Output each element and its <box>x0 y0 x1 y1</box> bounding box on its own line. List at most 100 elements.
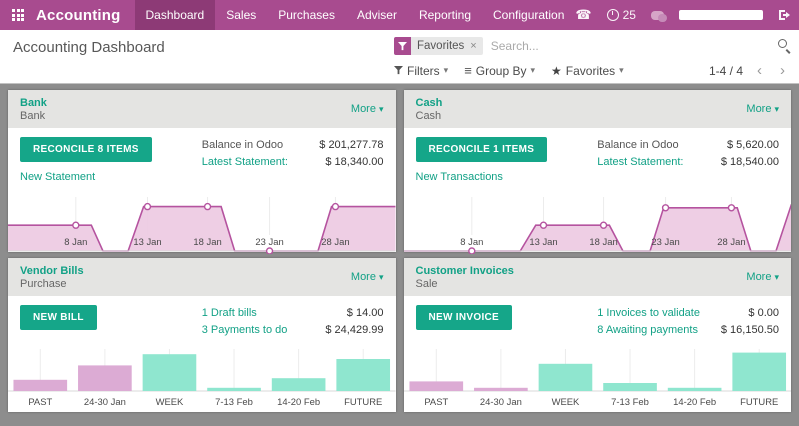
activity-clock-icon[interactable]: 25 <box>607 8 636 22</box>
filter-toolbar: Filters▾ ≡ Group By▾ ★ Favorites▾ 1-4 / … <box>394 63 789 78</box>
chevron-down-icon: ▾ <box>444 66 449 75</box>
search-placeholder: Search... <box>491 39 539 53</box>
dashboard-grid: Bank Bank More▾ RECONCILE 8 ITEMS New St… <box>0 84 799 426</box>
chevron-down-icon: ▾ <box>774 105 779 114</box>
chevron-down-icon: ▾ <box>531 66 536 75</box>
card-title[interactable]: Bank <box>20 97 47 109</box>
svg-text:13 Jan: 13 Jan <box>133 237 161 248</box>
svg-text:28 Jan: 28 Jan <box>717 237 745 248</box>
filter-funnel-icon <box>394 37 411 55</box>
apps-grid-icon[interactable] <box>12 9 24 21</box>
svg-text:23 Jan: 23 Jan <box>255 237 283 248</box>
svg-text:WEEK: WEEK <box>551 397 579 408</box>
stat-row: Balance in Odoo $ 5,620.00 <box>597 137 779 154</box>
logout-icon[interactable] <box>778 9 792 21</box>
vendor-bills-bar-chart: PAST 24-30 Jan WEEK 7-13 Feb 14-20 Feb FUTURE <box>8 343 396 415</box>
menu-configuration[interactable]: Configuration <box>482 0 575 30</box>
menu-sales[interactable]: Sales <box>215 0 267 30</box>
phone-icon[interactable]: ☎ <box>575 7 591 23</box>
page-title: Accounting Dashboard <box>13 39 165 56</box>
bank-line-chart: 8 Jan 13 Jan 18 Jan 23 Jan 28 Jan <box>8 187 396 254</box>
svg-text:FUTURE: FUTURE <box>740 397 778 408</box>
facet-label: Favorites <box>411 37 469 55</box>
svg-text:18 Jan: 18 Jan <box>193 237 221 248</box>
svg-text:18 Jan: 18 Jan <box>589 237 617 248</box>
card-title[interactable]: Customer Invoices <box>416 265 514 277</box>
pager-prev-button[interactable]: ‹ <box>753 63 766 78</box>
search-icon[interactable] <box>778 39 787 48</box>
reconcile-button[interactable]: RECONCILE 1 ITEMS <box>416 137 548 162</box>
svg-text:28 Jan: 28 Jan <box>321 237 349 248</box>
new-statement-link[interactable]: New Statement <box>20 171 95 183</box>
search-input[interactable]: Favorites × Search... <box>394 36 789 56</box>
customer-invoices-bar-chart: PAST 24-30 Jan WEEK 7-13 Feb 14-20 Feb FUTURE <box>404 343 792 415</box>
top-navbar: Accounting Dashboard Sales Purchases Adv… <box>0 0 799 30</box>
clock-icon <box>607 9 619 21</box>
menu-adviser[interactable]: Adviser <box>346 0 408 30</box>
search-facet: Favorites × <box>394 37 483 55</box>
menu-dashboard[interactable]: Dashboard <box>135 0 216 30</box>
chevron-down-icon: ▾ <box>379 273 384 282</box>
cash-line-chart: 8 Jan 13 Jan 18 Jan 23 Jan 28 Jan <box>404 187 792 254</box>
svg-text:24-30 Jan: 24-30 Jan <box>84 397 126 408</box>
svg-text:8 Jan: 8 Jan <box>64 237 87 248</box>
facet-close-icon[interactable]: × <box>469 37 482 55</box>
card-title[interactable]: Vendor Bills <box>20 265 84 277</box>
card-cash: Cash Cash More▾ RECONCILE 1 ITEMS New Tr… <box>404 90 792 252</box>
groupby-dropdown[interactable]: ≡ Group By▾ <box>464 63 535 78</box>
new-bill-button[interactable]: NEW BILL <box>20 305 97 330</box>
card-vendor-bills: Vendor Bills Purchase More▾ NEW BILL 1 D… <box>8 258 396 412</box>
stat-row: 3 Payments to do $ 24,429.99 <box>202 322 384 339</box>
stat-row: Balance in Odoo $ 201,277.78 <box>202 137 384 154</box>
svg-text:14-20 Feb: 14-20 Feb <box>277 397 320 408</box>
svg-text:7-13 Feb: 7-13 Feb <box>611 397 649 408</box>
stat-row: 1 Invoices to validate $ 0.00 <box>597 305 779 322</box>
pager-next-button[interactable]: › <box>776 63 789 78</box>
card-customer-invoices: Customer Invoices Sale More▾ NEW INVOICE… <box>404 258 792 412</box>
more-dropdown[interactable]: More▾ <box>351 103 384 115</box>
more-dropdown[interactable]: More▾ <box>746 103 779 115</box>
card-title[interactable]: Cash <box>416 97 443 109</box>
more-dropdown[interactable]: More▾ <box>351 271 384 283</box>
svg-text:PAST: PAST <box>424 397 448 408</box>
pager-counter: 1-4 / 4 <box>709 64 743 78</box>
stat-row: Latest Statement: $ 18,340.00 <box>202 154 384 171</box>
svg-text:WEEK: WEEK <box>156 397 184 408</box>
activity-count: 25 <box>623 8 636 22</box>
stat-row: Latest Statement: $ 18,540.00 <box>597 154 779 171</box>
reconcile-button[interactable]: RECONCILE 8 ITEMS <box>20 137 152 162</box>
stat-row: 8 Awaiting payments $ 16,150.50 <box>597 322 779 339</box>
svg-text:7-13 Feb: 7-13 Feb <box>215 397 253 408</box>
menu-reporting[interactable]: Reporting <box>408 0 482 30</box>
control-panel: Accounting Dashboard Favorites × Search.… <box>0 30 799 84</box>
new-invoice-button[interactable]: NEW INVOICE <box>416 305 513 330</box>
chevron-down-icon: ▾ <box>619 66 624 75</box>
svg-text:8 Jan: 8 Jan <box>460 237 483 248</box>
svg-text:13 Jan: 13 Jan <box>529 237 557 248</box>
stat-row: 1 Draft bills $ 14.00 <box>202 305 384 322</box>
svg-text:14-20 Feb: 14-20 Feb <box>673 397 716 408</box>
group-by-icon: ≡ <box>464 63 472 78</box>
progress-bar <box>679 10 763 20</box>
svg-text:24-30 Jan: 24-30 Jan <box>479 397 521 408</box>
svg-text:FUTURE: FUTURE <box>344 397 382 408</box>
svg-text:PAST: PAST <box>28 397 52 408</box>
new-transactions-link[interactable]: New Transactions <box>416 171 503 183</box>
card-bank: Bank Bank More▾ RECONCILE 8 ITEMS New St… <box>8 90 396 252</box>
app-title: Accounting <box>36 7 121 24</box>
svg-text:23 Jan: 23 Jan <box>651 237 679 248</box>
menu-purchases[interactable]: Purchases <box>267 0 346 30</box>
favorites-dropdown[interactable]: ★ Favorites▾ <box>551 64 624 78</box>
card-subtitle: Sale <box>416 278 514 290</box>
more-dropdown[interactable]: More▾ <box>746 271 779 283</box>
main-menu: Dashboard Sales Purchases Adviser Report… <box>135 0 576 30</box>
messages-icon[interactable] <box>651 11 664 20</box>
star-icon: ★ <box>551 64 562 78</box>
search-area: Favorites × Search... Filters▾ ≡ Group B… <box>394 36 789 78</box>
filters-dropdown[interactable]: Filters▾ <box>394 64 448 78</box>
card-subtitle: Purchase <box>20 278 84 290</box>
chevron-down-icon: ▾ <box>774 273 779 282</box>
card-subtitle: Cash <box>416 110 443 122</box>
card-subtitle: Bank <box>20 110 47 122</box>
chevron-down-icon: ▾ <box>379 105 384 114</box>
